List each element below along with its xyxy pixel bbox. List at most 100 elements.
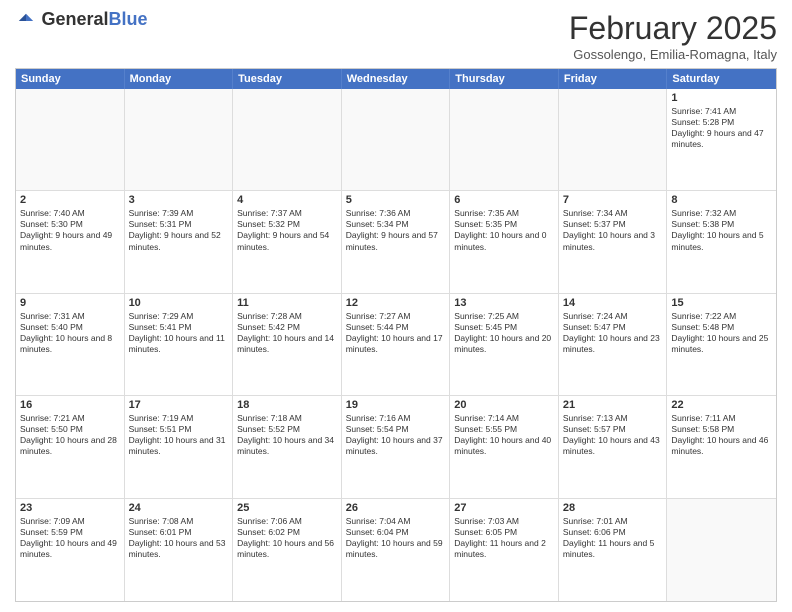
day-number: 24 — [129, 502, 229, 514]
calendar-cell: 1 Sunrise: 7:41 AM Sunset: 5:28 PM Daylig… — [667, 89, 776, 190]
page: GeneralBlue February 2025 Gossolengo, Em… — [0, 0, 792, 612]
calendar-row-4: 16 Sunrise: 7:21 AM Sunset: 5:50 PM Dayli… — [16, 396, 776, 498]
calendar-cell: 8Sunrise: 7:32 AM Sunset: 5:38 PM Daylig… — [667, 191, 776, 292]
cell-info: Sunrise: 7:18 AM Sunset: 5:52 PM Dayligh… — [237, 413, 337, 457]
cell-info: Sunrise: 7:09 AM Sunset: 5:59 PM Dayligh… — [20, 516, 120, 560]
calendar-cell — [125, 89, 234, 190]
day-number: 12 — [346, 297, 446, 309]
location: Gossolengo, Emilia-Romagna, Italy — [569, 47, 777, 62]
day-number: 3 — [129, 194, 229, 206]
cell-info: Sunrise: 7:41 AM Sunset: 5:28 PM Dayligh… — [671, 106, 772, 150]
cell-info: Sunrise: 7:24 AM Sunset: 5:47 PM Dayligh… — [563, 311, 663, 355]
day-number: 1 — [671, 92, 772, 104]
calendar-header: SundayMondayTuesdayWednesdayThursdayFrid… — [16, 69, 776, 89]
calendar-cell: 28 Sunrise: 7:01 AM Sunset: 6:06 PM Dayli… — [559, 499, 668, 601]
cell-info: Sunrise: 7:01 AM Sunset: 6:06 PM Dayligh… — [563, 516, 663, 560]
calendar-row-3: 9 Sunrise: 7:31 AM Sunset: 5:40 PM Daylig… — [16, 294, 776, 396]
calendar-cell: 13Sunrise: 7:25 AM Sunset: 5:45 PM Dayli… — [450, 294, 559, 395]
logo-text: GeneralBlue — [41, 9, 147, 29]
cell-info: Sunrise: 7:29 AM Sunset: 5:41 PM Dayligh… — [129, 311, 229, 355]
day-number: 10 — [129, 297, 229, 309]
day-number: 13 — [454, 297, 554, 309]
day-number: 28 — [563, 502, 663, 514]
calendar-cell: 4 Sunrise: 7:37 AM Sunset: 5:32 PM Daylig… — [233, 191, 342, 292]
calendar-cell: 26Sunrise: 7:04 AM Sunset: 6:04 PM Dayli… — [342, 499, 451, 601]
calendar-cell — [559, 89, 668, 190]
calendar-row-2: 2 Sunrise: 7:40 AM Sunset: 5:30 PM Daylig… — [16, 191, 776, 293]
cell-info: Sunrise: 7:34 AM Sunset: 5:37 PM Dayligh… — [563, 208, 663, 252]
cell-info: Sunrise: 7:21 AM Sunset: 5:50 PM Dayligh… — [20, 413, 120, 457]
calendar: SundayMondayTuesdayWednesdayThursdayFrid… — [15, 68, 777, 602]
header-day-wednesday: Wednesday — [342, 69, 451, 89]
day-number: 15 — [671, 297, 772, 309]
day-number: 18 — [237, 399, 337, 411]
calendar-cell — [16, 89, 125, 190]
day-number: 9 — [20, 297, 120, 309]
calendar-cell: 3 Sunrise: 7:39 AM Sunset: 5:31 PM Daylig… — [125, 191, 234, 292]
day-number: 21 — [563, 399, 663, 411]
calendar-cell — [233, 89, 342, 190]
header-day-friday: Friday — [559, 69, 668, 89]
cell-info: Sunrise: 7:40 AM Sunset: 5:30 PM Dayligh… — [20, 208, 120, 252]
cell-info: Sunrise: 7:37 AM Sunset: 5:32 PM Dayligh… — [237, 208, 337, 252]
day-number: 11 — [237, 297, 337, 309]
calendar-cell: 27 Sunrise: 7:03 AM Sunset: 6:05 PM Dayli… — [450, 499, 559, 601]
header-day-monday: Monday — [125, 69, 234, 89]
day-number: 14 — [563, 297, 663, 309]
day-number: 4 — [237, 194, 337, 206]
cell-info: Sunrise: 7:32 AM Sunset: 5:38 PM Dayligh… — [671, 208, 772, 252]
cell-info: Sunrise: 7:39 AM Sunset: 5:31 PM Dayligh… — [129, 208, 229, 252]
calendar-cell: 16 Sunrise: 7:21 AM Sunset: 5:50 PM Dayli… — [16, 396, 125, 497]
calendar-cell: 21 Sunrise: 7:13 AM Sunset: 5:57 PM Dayli… — [559, 396, 668, 497]
calendar-cell: 24Sunrise: 7:08 AM Sunset: 6:01 PM Dayli… — [125, 499, 234, 601]
title-area: February 2025 Gossolengo, Emilia-Romagna… — [569, 10, 777, 62]
day-number: 22 — [671, 399, 772, 411]
calendar-cell: 9 Sunrise: 7:31 AM Sunset: 5:40 PM Daylig… — [16, 294, 125, 395]
calendar-cell: 20 Sunrise: 7:14 AM Sunset: 5:55 PM Dayli… — [450, 396, 559, 497]
header: GeneralBlue February 2025 Gossolengo, Em… — [15, 10, 777, 62]
calendar-cell — [450, 89, 559, 190]
cell-info: Sunrise: 7:14 AM Sunset: 5:55 PM Dayligh… — [454, 413, 554, 457]
cell-info: Sunrise: 7:11 AM Sunset: 5:58 PM Dayligh… — [671, 413, 772, 457]
calendar-cell: 11 Sunrise: 7:28 AM Sunset: 5:42 PM Dayli… — [233, 294, 342, 395]
header-day-sunday: Sunday — [16, 69, 125, 89]
calendar-cell: 25 Sunrise: 7:06 AM Sunset: 6:02 PM Dayli… — [233, 499, 342, 601]
cell-info: Sunrise: 7:31 AM Sunset: 5:40 PM Dayligh… — [20, 311, 120, 355]
day-number: 27 — [454, 502, 554, 514]
calendar-cell: 18 Sunrise: 7:18 AM Sunset: 5:52 PM Dayli… — [233, 396, 342, 497]
cell-info: Sunrise: 7:06 AM Sunset: 6:02 PM Dayligh… — [237, 516, 337, 560]
calendar-cell: 19Sunrise: 7:16 AM Sunset: 5:54 PM Dayli… — [342, 396, 451, 497]
day-number: 20 — [454, 399, 554, 411]
logo: GeneralBlue — [15, 10, 148, 30]
calendar-cell: 23 Sunrise: 7:09 AM Sunset: 5:59 PM Dayli… — [16, 499, 125, 601]
day-number: 23 — [20, 502, 120, 514]
cell-info: Sunrise: 7:13 AM Sunset: 5:57 PM Dayligh… — [563, 413, 663, 457]
calendar-cell: 7Sunrise: 7:34 AM Sunset: 5:37 PM Daylig… — [559, 191, 668, 292]
day-number: 26 — [346, 502, 446, 514]
calendar-cell: 12 Sunrise: 7:27 AM Sunset: 5:44 PM Dayli… — [342, 294, 451, 395]
calendar-cell: 10 Sunrise: 7:29 AM Sunset: 5:41 PM Dayli… — [125, 294, 234, 395]
calendar-row-1: 1 Sunrise: 7:41 AM Sunset: 5:28 PM Daylig… — [16, 89, 776, 191]
calendar-cell: 15Sunrise: 7:22 AM Sunset: 5:48 PM Dayli… — [667, 294, 776, 395]
header-day-thursday: Thursday — [450, 69, 559, 89]
cell-info: Sunrise: 7:16 AM Sunset: 5:54 PM Dayligh… — [346, 413, 446, 457]
day-number: 16 — [20, 399, 120, 411]
calendar-cell: 14 Sunrise: 7:24 AM Sunset: 5:47 PM Dayli… — [559, 294, 668, 395]
calendar-cell: 6 Sunrise: 7:35 AM Sunset: 5:35 PM Daylig… — [450, 191, 559, 292]
calendar-cell: 17Sunrise: 7:19 AM Sunset: 5:51 PM Dayli… — [125, 396, 234, 497]
cell-info: Sunrise: 7:35 AM Sunset: 5:35 PM Dayligh… — [454, 208, 554, 252]
cell-info: Sunrise: 7:03 AM Sunset: 6:05 PM Dayligh… — [454, 516, 554, 560]
calendar-cell — [667, 499, 776, 601]
calendar-cell: 22 Sunrise: 7:11 AM Sunset: 5:58 PM Dayli… — [667, 396, 776, 497]
cell-info: Sunrise: 7:28 AM Sunset: 5:42 PM Dayligh… — [237, 311, 337, 355]
cell-info: Sunrise: 7:27 AM Sunset: 5:44 PM Dayligh… — [346, 311, 446, 355]
day-number: 6 — [454, 194, 554, 206]
calendar-body: 1 Sunrise: 7:41 AM Sunset: 5:28 PM Daylig… — [16, 89, 776, 601]
day-number: 2 — [20, 194, 120, 206]
day-number: 17 — [129, 399, 229, 411]
calendar-cell: 2 Sunrise: 7:40 AM Sunset: 5:30 PM Daylig… — [16, 191, 125, 292]
day-number: 5 — [346, 194, 446, 206]
day-number: 25 — [237, 502, 337, 514]
calendar-cell: 5Sunrise: 7:36 AM Sunset: 5:34 PM Daylig… — [342, 191, 451, 292]
calendar-cell — [342, 89, 451, 190]
